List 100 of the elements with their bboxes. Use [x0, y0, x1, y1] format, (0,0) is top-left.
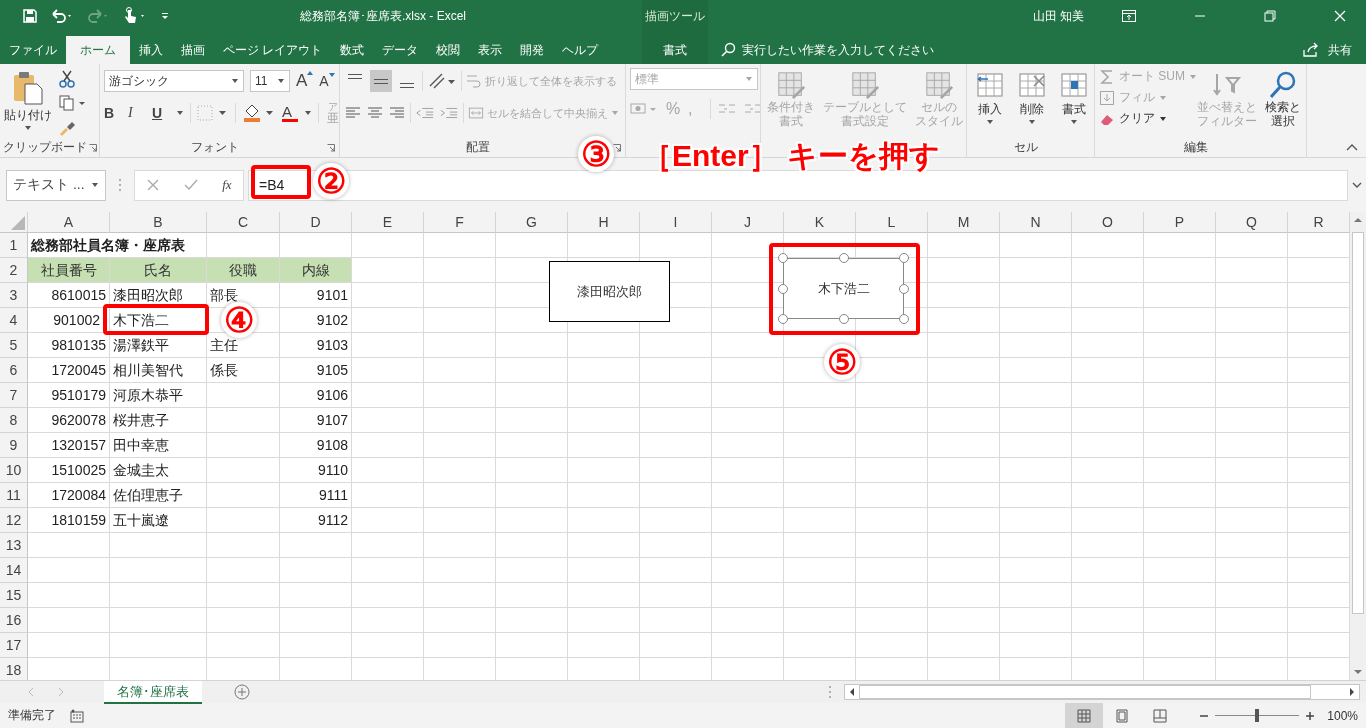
dialog-launcher-icon[interactable]: [613, 144, 621, 152]
ribbon-tab[interactable]: ファイル: [0, 36, 66, 64]
horizontal-scrollbar[interactable]: [844, 684, 1360, 700]
cells-button[interactable]: 削除: [1013, 68, 1051, 127]
check-icon[interactable]: [183, 178, 200, 192]
row-header[interactable]: 8: [0, 408, 28, 433]
save-icon[interactable]: [22, 8, 38, 24]
text-box-shape[interactable]: 漆田昭次郎: [549, 261, 670, 322]
ribbon-tab[interactable]: 書式: [642, 32, 708, 64]
border-icon[interactable]: [197, 105, 229, 121]
ribbon-tab[interactable]: 数式: [331, 36, 374, 64]
resize-handle[interactable]: [899, 253, 909, 263]
column-header[interactable]: N: [1000, 212, 1072, 233]
ribbon-tab[interactable]: ホーム: [66, 36, 130, 64]
row-header[interactable]: 7: [0, 383, 28, 408]
paste-button[interactable]: 貼り付け: [2, 68, 54, 133]
column-header[interactable]: G: [496, 212, 568, 233]
text-align-icon[interactable]: [388, 105, 406, 121]
sheet-tab[interactable]: 名簿･座席表: [104, 680, 202, 704]
restore-icon[interactable]: [1264, 10, 1276, 22]
previous-sheet-icon[interactable]: [26, 687, 36, 697]
ribbon-tab[interactable]: 校閲: [427, 36, 470, 64]
collapse-ribbon-icon[interactable]: [1346, 143, 1358, 151]
close-icon[interactable]: [1334, 10, 1346, 22]
ribbon-tab[interactable]: ヘルプ: [553, 36, 608, 64]
column-header[interactable]: K: [784, 212, 856, 233]
row-header[interactable]: 6: [0, 358, 28, 383]
resize-handle[interactable]: [899, 314, 909, 324]
add-sheet-icon[interactable]: [234, 684, 250, 700]
column-header[interactable]: F: [424, 212, 496, 233]
font-style-button[interactable]: I: [128, 105, 144, 121]
row-header[interactable]: 15: [0, 583, 28, 608]
dialog-launcher-icon[interactable]: [327, 144, 335, 152]
undo-icon[interactable]: [50, 8, 74, 24]
row-header[interactable]: 18: [0, 658, 28, 680]
row-header[interactable]: 5: [0, 333, 28, 358]
insert-function-button[interactable]: fx: [222, 177, 232, 193]
row-header[interactable]: 14: [0, 558, 28, 583]
column-header[interactable]: Q: [1216, 212, 1288, 233]
font-color-button[interactable]: A: [282, 104, 298, 122]
text-angle-icon[interactable]: [427, 72, 457, 90]
row-header[interactable]: 16: [0, 608, 28, 633]
row-header[interactable]: 11: [0, 483, 28, 508]
cells-button[interactable]: 書式: [1055, 68, 1093, 127]
ribbon-tab[interactable]: 開発: [511, 36, 554, 64]
vertical-align-button[interactable]: [370, 70, 392, 92]
resize-handle[interactable]: [778, 314, 788, 324]
increase-indent-icon[interactable]: [439, 105, 459, 121]
row-header[interactable]: 12: [0, 508, 28, 533]
user-name[interactable]: 山田 知美: [1032, 7, 1084, 25]
copy-icon[interactable]: [58, 94, 86, 112]
redo-icon[interactable]: [86, 8, 110, 24]
ribbon-tab[interactable]: 表示: [469, 36, 512, 64]
text-align-icon[interactable]: [366, 105, 384, 121]
caret-icon[interactable]: [304, 110, 312, 116]
vertical-scrollbar[interactable]: [1350, 212, 1366, 680]
shrink-font-button[interactable]: A: [319, 73, 336, 89]
ribbon-tab[interactable]: 挿入: [130, 36, 172, 64]
font-style-button[interactable]: U: [152, 105, 168, 121]
caret-icon[interactable]: [176, 110, 184, 116]
ribbon-tab[interactable]: ページ レイアウト: [214, 36, 332, 64]
column-header[interactable]: A: [28, 212, 110, 233]
font-name-dropdown[interactable]: 游ゴシック: [104, 70, 244, 92]
next-sheet-icon[interactable]: [56, 687, 66, 697]
share-button[interactable]: 共有: [1302, 36, 1352, 64]
drag-handle-icon[interactable]: [828, 685, 832, 699]
row-header[interactable]: 17: [0, 633, 28, 658]
decrease-indent-icon[interactable]: [415, 105, 435, 121]
column-header[interactable]: M: [928, 212, 1000, 233]
text-align-icon[interactable]: [344, 105, 362, 121]
view-button[interactable]: [1065, 703, 1104, 728]
column-header[interactable]: J: [712, 212, 784, 233]
zoom-level[interactable]: 100%: [1327, 708, 1358, 723]
resize-handle[interactable]: [838, 253, 849, 263]
text-box-shape[interactable]: 木下浩二: [783, 258, 904, 319]
find-select-button[interactable]: 検索と 選択: [1257, 68, 1306, 130]
column-header[interactable]: P: [1144, 212, 1216, 233]
editing-button[interactable]: クリア: [1099, 110, 1197, 127]
row-header[interactable]: 4: [0, 308, 28, 333]
row-header[interactable]: 1: [0, 233, 28, 258]
row-header[interactable]: 9: [0, 433, 28, 458]
row-header[interactable]: 3: [0, 283, 28, 308]
font-size-dropdown[interactable]: 11: [250, 70, 290, 92]
column-header[interactable]: C: [207, 212, 280, 233]
row-header[interactable]: 10: [0, 458, 28, 483]
grow-font-button[interactable]: A: [296, 71, 314, 91]
customize-icon[interactable]: [160, 11, 170, 21]
resize-handle[interactable]: [838, 314, 849, 324]
zoom-in-icon[interactable]: [1305, 710, 1316, 721]
row-header[interactable]: 2: [0, 258, 28, 283]
dialog-launcher-icon[interactable]: [89, 144, 97, 152]
cancel-icon[interactable]: [146, 178, 161, 192]
ribbon-tab[interactable]: 描画: [172, 36, 214, 64]
ribbon-display-icon[interactable]: [1122, 10, 1136, 22]
resize-handle[interactable]: [778, 253, 788, 263]
fill-color-icon[interactable]: [242, 103, 276, 123]
column-header[interactable]: H: [568, 212, 640, 233]
scissors-icon[interactable]: [58, 70, 76, 88]
row-header[interactable]: 13: [0, 533, 28, 558]
column-header[interactable]: L: [856, 212, 928, 233]
